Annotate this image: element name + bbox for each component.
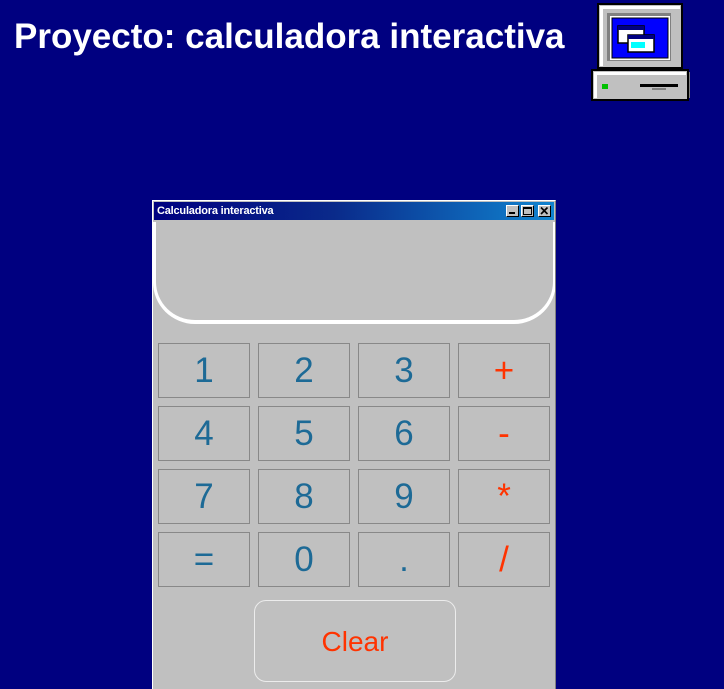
key-4[interactable]: 4: [158, 406, 250, 461]
key-7[interactable]: 7: [158, 469, 250, 524]
key-8[interactable]: 8: [258, 469, 350, 524]
key-6[interactable]: 6: [358, 406, 450, 461]
window-title: Calculadora interactiva: [157, 205, 274, 217]
calculator-window: Calculadora interactiva 1 2 3 + 4 5 6 - …: [152, 200, 556, 689]
maximize-button[interactable]: [521, 205, 534, 217]
window-titlebar[interactable]: Calculadora interactiva: [154, 202, 554, 220]
minimize-button[interactable]: [506, 205, 519, 217]
key-0[interactable]: 0: [258, 532, 350, 587]
key-add[interactable]: +: [458, 343, 550, 398]
clear-button[interactable]: Clear: [254, 600, 456, 682]
key-equals[interactable]: =: [158, 532, 250, 587]
key-1[interactable]: 1: [158, 343, 250, 398]
key-2[interactable]: 2: [258, 343, 350, 398]
key-3[interactable]: 3: [358, 343, 450, 398]
key-5[interactable]: 5: [258, 406, 350, 461]
computer-icon: [590, 2, 692, 102]
key-divide[interactable]: /: [458, 532, 550, 587]
key-multiply[interactable]: *: [458, 469, 550, 524]
close-icon: [540, 206, 549, 215]
key-decimal[interactable]: .: [358, 532, 450, 587]
maximize-icon: [523, 207, 532, 215]
page-title: Proyecto: calculadora interactiva: [14, 17, 565, 56]
close-button[interactable]: [538, 205, 551, 217]
key-subtract[interactable]: -: [458, 406, 550, 461]
calculator-display: [153, 222, 555, 324]
key-9[interactable]: 9: [358, 469, 450, 524]
minimize-icon: [509, 212, 515, 214]
